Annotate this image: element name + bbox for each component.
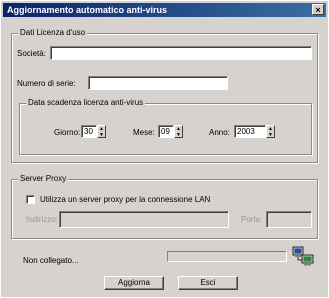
network-computers-icon: [292, 246, 314, 266]
use-proxy-label[interactable]: Utilizza un server proxy per la connessi…: [40, 195, 210, 204]
serial-label: Numero di serie:: [17, 79, 76, 88]
month-label: Mese:: [133, 128, 155, 137]
day-label: Giorno:: [54, 128, 81, 137]
year-label: Anno:: [209, 128, 230, 137]
day-spinner[interactable]: ▲ ▼: [97, 125, 106, 138]
year-input[interactable]: [234, 125, 266, 138]
port-label: Porta:: [241, 215, 263, 224]
company-label: Società:: [17, 49, 46, 58]
port-input[interactable]: [266, 211, 312, 228]
day-input[interactable]: [81, 125, 97, 138]
month-input[interactable]: [158, 125, 174, 138]
serial-input[interactable]: [88, 76, 228, 90]
progress-bar: [167, 251, 287, 262]
proxy-group: Server Proxy: [11, 174, 318, 239]
license-group-legend: Dati Licenza d'uso: [18, 28, 88, 37]
company-input[interactable]: [50, 46, 312, 60]
year-spinner[interactable]: ▲ ▼: [266, 125, 275, 138]
month-spinner[interactable]: ▲ ▼: [174, 125, 183, 138]
address-input[interactable]: [59, 211, 229, 228]
address-label: Indirizzo:: [26, 215, 59, 224]
use-proxy-checkbox[interactable]: [26, 195, 35, 204]
close-button[interactable]: ×: [312, 4, 324, 15]
window-title: Aggiornamento automatico anti-virus: [7, 5, 168, 15]
exit-button[interactable]: Esci: [178, 276, 238, 290]
status-text: Non collegato...: [23, 256, 79, 265]
update-button[interactable]: Aggiorna: [104, 276, 164, 290]
expiry-group-legend: Data scadenza licenza anti-virus: [26, 98, 146, 107]
update-dialog: Aggiornamento automatico anti-virus × Da…: [0, 0, 329, 298]
title-bar: Aggiornamento automatico anti-virus ×: [3, 3, 326, 17]
proxy-group-legend: Server Proxy: [18, 174, 69, 183]
